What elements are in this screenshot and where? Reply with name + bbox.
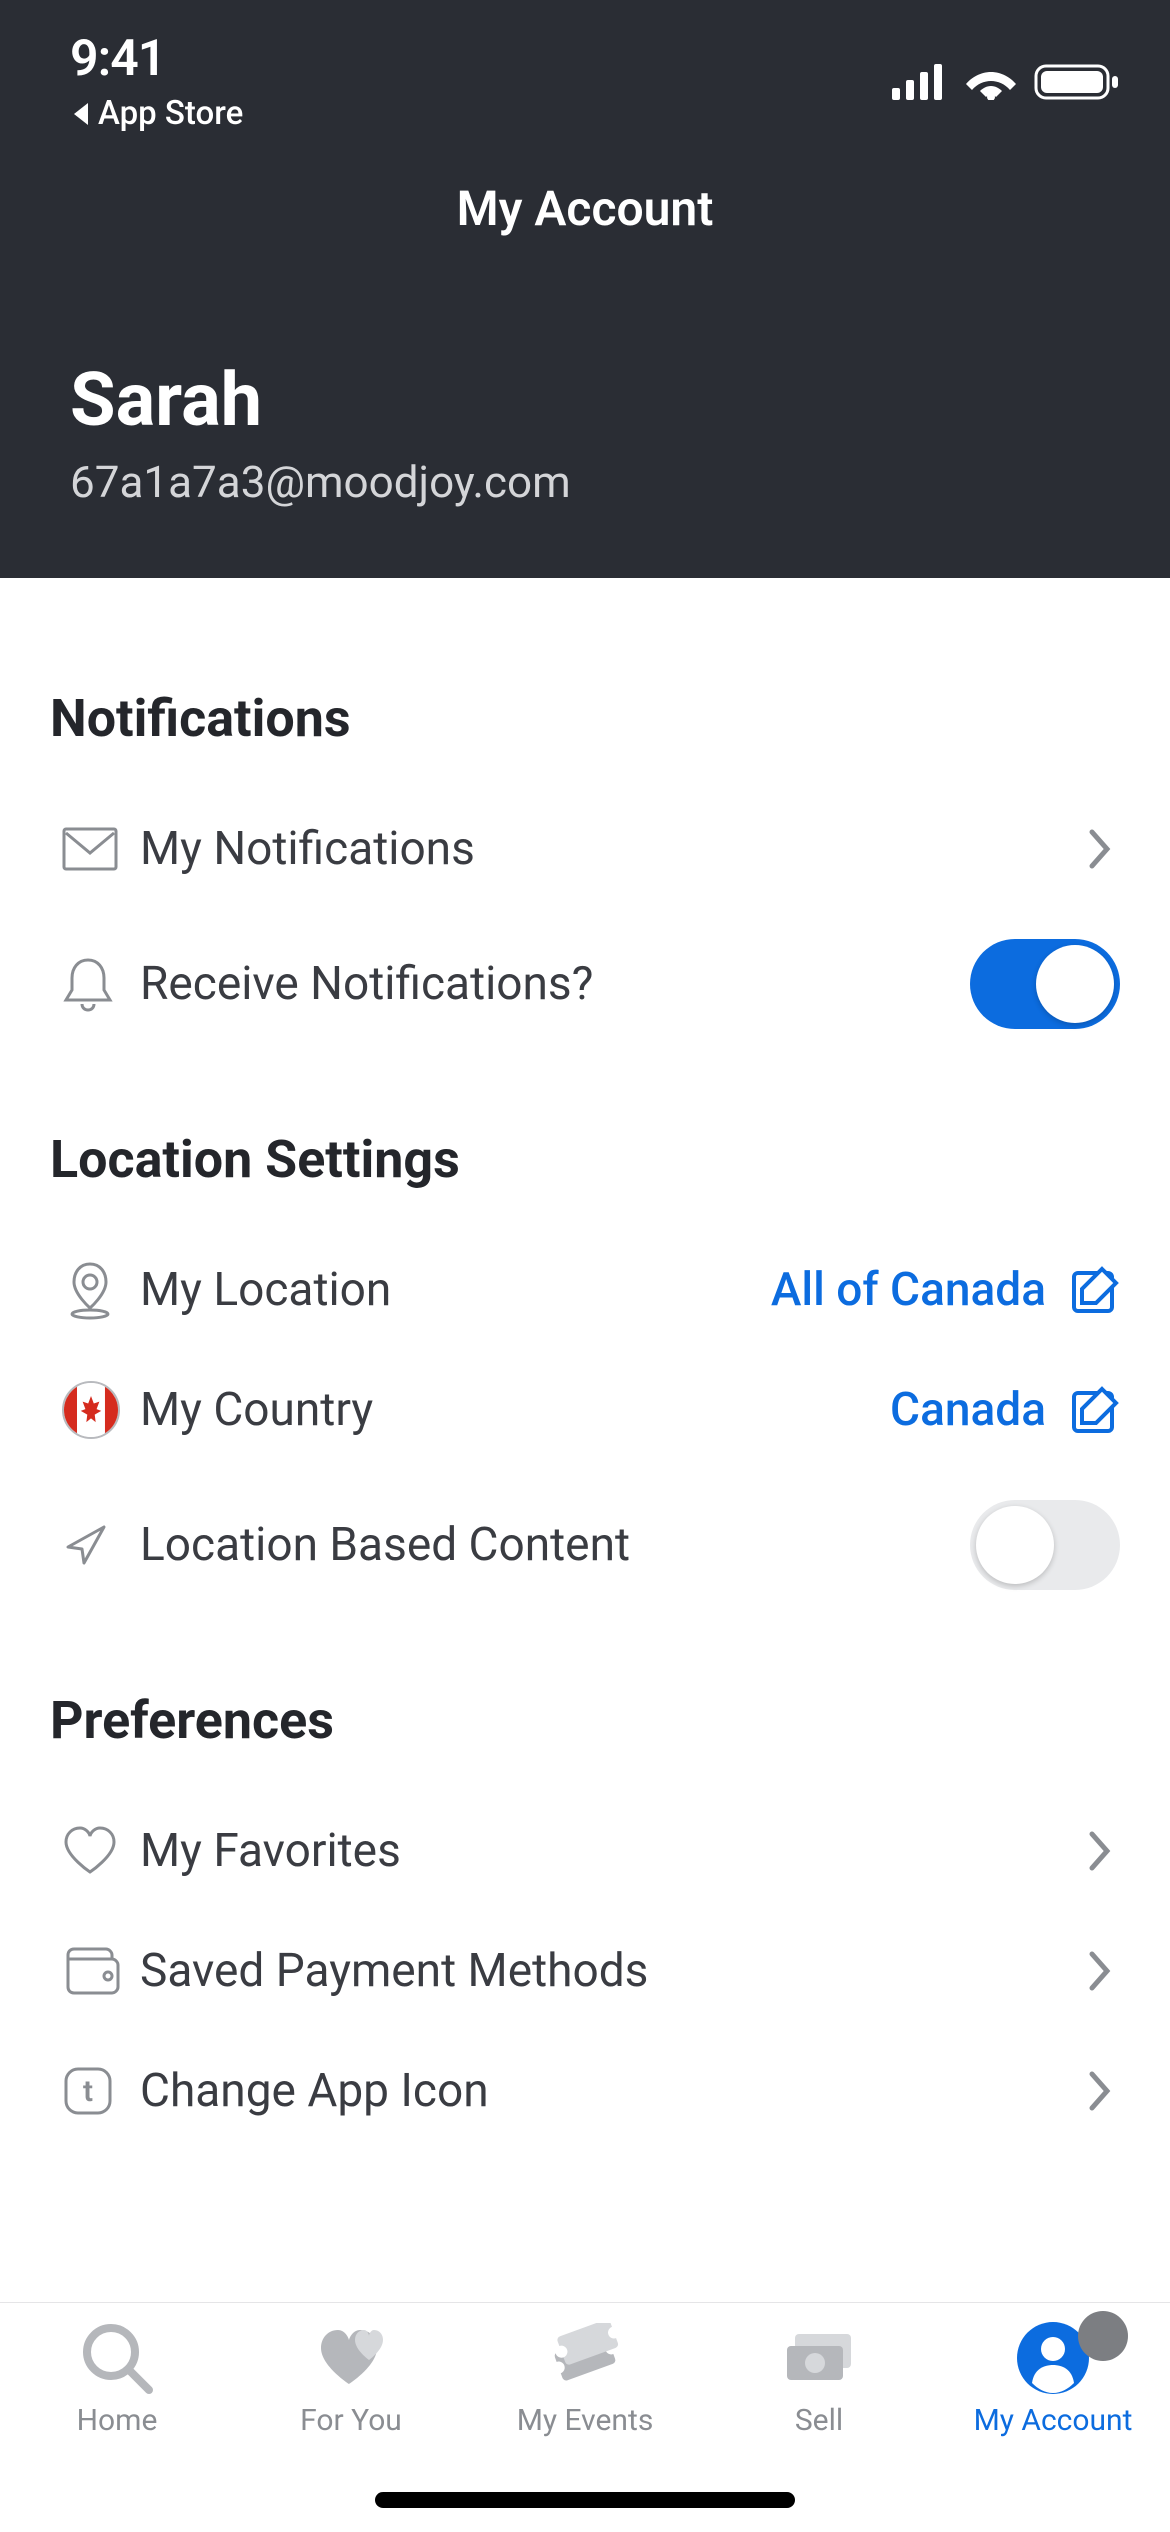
status-time: 9:41	[70, 30, 243, 88]
row-label: Receive Notifications?	[140, 957, 970, 1011]
user-block: Sarah 67a1a7a3@moodjoy.com	[0, 357, 1170, 508]
tab-home[interactable]: Home	[0, 2323, 234, 2438]
tab-label: My Events	[517, 2403, 654, 2438]
header: 9:41 App Store My	[0, 0, 1170, 578]
flag-canada-icon	[62, 1381, 120, 1439]
content: Notifications My Notifications Receive N…	[0, 578, 1170, 2151]
wifi-icon	[966, 64, 1016, 100]
row-label: My Favorites	[140, 1824, 1080, 1878]
tab-my-events[interactable]: My Events	[468, 2323, 702, 2438]
app-icon-icon: t	[62, 2065, 114, 2117]
row-location-based-content: Location Based Content	[50, 1470, 1120, 1620]
chevron-right-icon	[1089, 1831, 1111, 1871]
section-title-location: Location Settings	[50, 1129, 1120, 1190]
row-my-country[interactable]: My Country Canada	[50, 1350, 1120, 1470]
battery-icon	[1034, 62, 1120, 102]
cash-icon	[781, 2328, 857, 2388]
envelope-icon	[62, 827, 118, 871]
bell-icon	[62, 956, 114, 1012]
heart-icon	[62, 1826, 118, 1876]
chevron-right-icon	[1089, 1951, 1111, 1991]
edit-icon[interactable]	[1070, 1265, 1120, 1315]
row-value: Canada	[890, 1383, 1046, 1437]
row-value: All of Canada	[771, 1263, 1046, 1317]
row-favorites[interactable]: My Favorites	[50, 1791, 1120, 1911]
back-to-app-store[interactable]: App Store	[70, 94, 243, 133]
toggle-knob	[1036, 945, 1114, 1023]
row-label: My Country	[140, 1383, 890, 1437]
status-right	[892, 30, 1120, 102]
tab-label: My Account	[974, 2403, 1133, 2438]
tab-label: For You	[300, 2403, 402, 2438]
cellular-icon	[892, 64, 948, 100]
status-left: 9:41 App Store	[70, 30, 243, 133]
chevron-left-icon	[70, 101, 92, 127]
row-my-notifications[interactable]: My Notifications	[50, 789, 1120, 909]
row-label: Location Based Content	[140, 1518, 970, 1572]
row-receive-notifications: Receive Notifications?	[50, 909, 1120, 1059]
row-label: My Notifications	[140, 822, 1080, 876]
user-name: Sarah	[70, 357, 1100, 444]
notification-dot	[1078, 2311, 1128, 2361]
tab-for-you[interactable]: For You	[234, 2323, 468, 2438]
back-label: App Store	[98, 94, 243, 133]
svg-text:t: t	[83, 2074, 93, 2109]
section-title-notifications: Notifications	[50, 688, 1120, 749]
home-indicator[interactable]	[375, 2492, 795, 2508]
toggle-receive-notifications[interactable]	[970, 939, 1120, 1029]
location-pin-icon	[62, 1260, 118, 1320]
page-title: My Account	[0, 180, 1170, 237]
tickets-icon	[545, 2323, 625, 2393]
toggle-location-based[interactable]	[970, 1500, 1120, 1590]
search-icon	[79, 2320, 155, 2396]
status-bar: 9:41 App Store	[0, 30, 1170, 130]
row-payment-methods[interactable]: Saved Payment Methods	[50, 1911, 1120, 2031]
row-change-app-icon[interactable]: t Change App Icon	[50, 2031, 1120, 2151]
row-label: My Location	[140, 1263, 771, 1317]
chevron-right-icon	[1089, 829, 1111, 869]
chevron-right-icon	[1089, 2071, 1111, 2111]
tab-sell[interactable]: Sell	[702, 2323, 936, 2438]
row-label: Saved Payment Methods	[140, 1944, 1080, 1998]
row-my-location[interactable]: My Location All of Canada	[50, 1230, 1120, 1350]
toggle-knob	[976, 1506, 1054, 1584]
heart-pair-icon	[311, 2324, 391, 2392]
wallet-icon	[62, 1947, 122, 1995]
row-label: Change App Icon	[140, 2064, 1080, 2118]
section-title-preferences: Preferences	[50, 1690, 1120, 1751]
tab-label: Home	[77, 2403, 158, 2438]
tab-label: Sell	[795, 2403, 843, 2438]
edit-icon[interactable]	[1070, 1385, 1120, 1435]
user-email: 67a1a7a3@moodjoy.com	[70, 456, 1100, 508]
tab-my-account[interactable]: My Account	[936, 2323, 1170, 2438]
navigation-arrow-icon	[62, 1521, 110, 1569]
